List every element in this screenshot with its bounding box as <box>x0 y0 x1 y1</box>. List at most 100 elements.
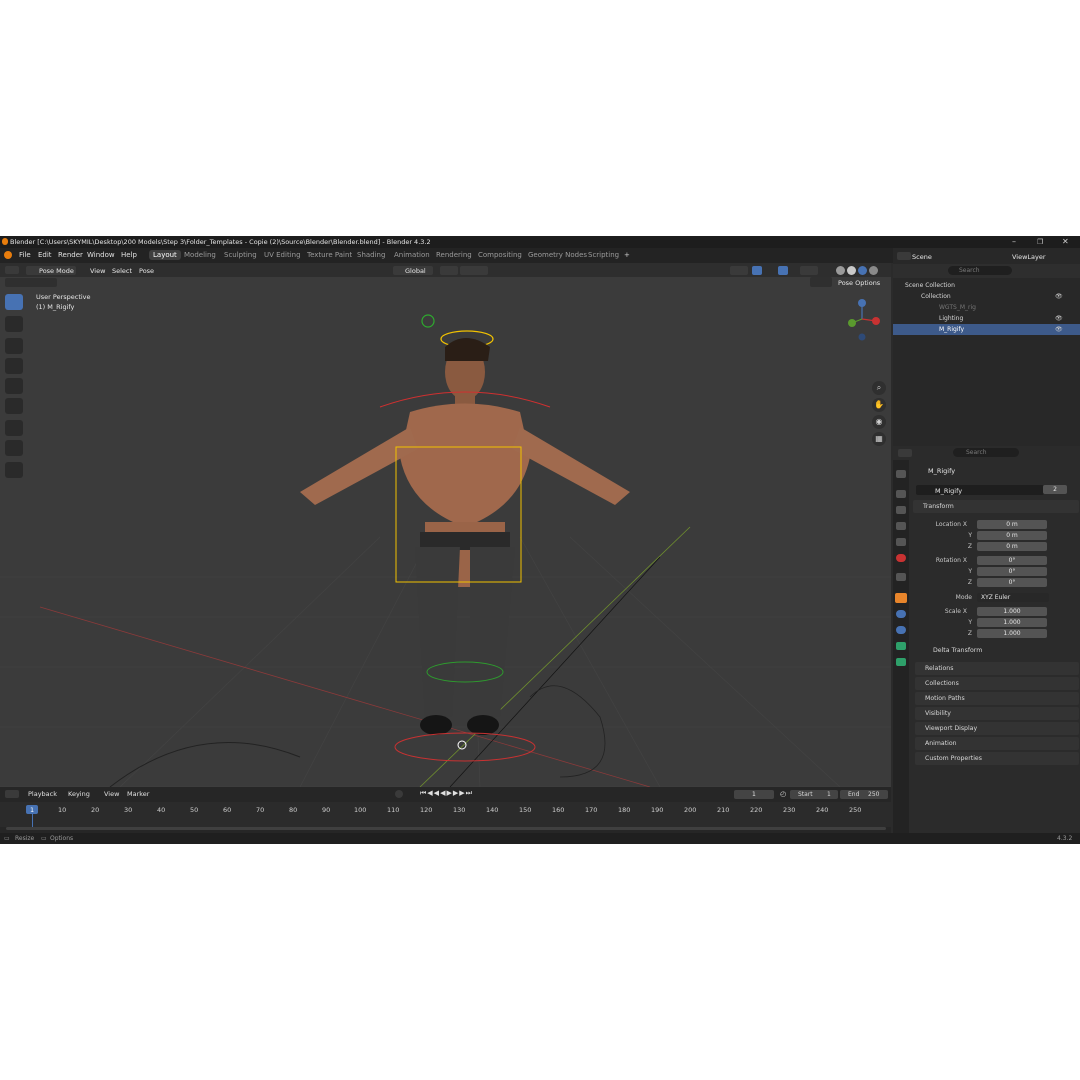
perspective-toggle-icon[interactable]: ▦ <box>872 432 886 446</box>
timeline-editor-type-icon[interactable] <box>5 790 19 798</box>
scale-tool-icon[interactable] <box>5 378 23 394</box>
constraints-tab-icon[interactable] <box>896 642 906 650</box>
visibility-icon[interactable] <box>730 266 748 275</box>
rotation-z-field[interactable]: 0° <box>977 578 1047 587</box>
select-mode-icons[interactable] <box>5 278 57 287</box>
filter-icon[interactable] <box>1041 266 1053 275</box>
playback-menu[interactable]: Playback <box>28 790 57 798</box>
close-icon[interactable]: ✕ <box>1062 237 1069 246</box>
relations-panel[interactable]: Relations <box>915 662 1079 675</box>
tab-scripting[interactable]: Scripting <box>588 251 619 259</box>
world-tab-icon[interactable] <box>896 554 906 562</box>
tab-sculpting[interactable]: Sculpting <box>224 251 257 259</box>
menu-pose[interactable]: Pose <box>139 267 154 275</box>
pose-options-dropdown[interactable]: Pose Options <box>838 279 880 287</box>
add-workspace-icon[interactable]: + <box>624 251 630 259</box>
data-tab-icon[interactable] <box>896 658 906 666</box>
shading-solid-icon[interactable] <box>847 266 856 275</box>
motion-paths-panel[interactable]: Motion Paths <box>915 692 1079 705</box>
outliner-editor-type-icon[interactable] <box>897 252 911 260</box>
maximize-icon[interactable]: ❐ <box>1037 238 1043 246</box>
outliner-selected-row[interactable] <box>893 324 1080 335</box>
delta-transform-subpanel[interactable]: Delta Transform <box>933 647 982 654</box>
current-frame-field[interactable]: 1 <box>752 791 756 798</box>
pivot-icon[interactable] <box>440 266 458 275</box>
menu-window[interactable]: Window <box>87 251 115 259</box>
shading-material-icon[interactable] <box>858 266 867 275</box>
editor-type-icon[interactable] <box>5 266 19 274</box>
collections-panel[interactable]: Collections <box>915 677 1079 690</box>
object-name-field-text[interactable]: M_Rigify <box>935 487 962 495</box>
menu-render[interactable]: Render <box>58 251 83 259</box>
view-layer-tab-icon[interactable] <box>896 522 906 530</box>
menu-file[interactable]: File <box>19 251 31 259</box>
shading-rendered-icon[interactable] <box>869 266 878 275</box>
tab-geometry-nodes[interactable]: Geometry Nodes <box>528 251 587 259</box>
measure-tool-icon[interactable] <box>5 440 23 456</box>
menu-help[interactable]: Help <box>121 251 137 259</box>
menu-view[interactable]: View <box>90 267 105 275</box>
cursor-tool-icon[interactable] <box>5 316 23 332</box>
xray-icon[interactable] <box>800 266 818 275</box>
marker-menu[interactable]: Marker <box>127 790 149 798</box>
outliner-m-rigify[interactable]: M_Rigify <box>939 325 964 336</box>
3d-viewport[interactable]: User Perspective (1) M_Rigify Pose Optio… <box>0 277 891 787</box>
select-box-tool-icon[interactable] <box>5 294 23 310</box>
tab-uv-editing[interactable]: UV Editing <box>264 251 301 259</box>
scale-z-field[interactable]: 1.000 <box>977 629 1047 638</box>
location-z-field[interactable]: 0 m <box>977 542 1047 551</box>
tab-texture-paint[interactable]: Texture Paint <box>307 251 352 259</box>
snap-icon[interactable] <box>460 266 488 275</box>
tab-rendering[interactable]: Rendering <box>436 251 472 259</box>
pan-hand-icon[interactable]: ✋ <box>872 398 886 412</box>
modifier-tab-icon[interactable] <box>896 610 906 618</box>
tab-modeling[interactable]: Modeling <box>184 251 216 259</box>
camera-view-icon[interactable]: ◉ <box>872 415 886 429</box>
menu-edit[interactable]: Edit <box>38 251 52 259</box>
tab-compositing[interactable]: Compositing <box>478 251 522 259</box>
outliner-search-field[interactable] <box>948 266 1012 275</box>
rotation-x-field[interactable]: 0° <box>977 556 1047 565</box>
rotation-mode-value[interactable]: XYZ Euler <box>981 594 1010 601</box>
object-tab-icon[interactable] <box>895 593 907 603</box>
zoom-icon[interactable]: ⌕ <box>872 381 886 395</box>
orientation-dropdown[interactable]: Global <box>405 267 426 275</box>
tab-animation[interactable]: Animation <box>394 251 430 259</box>
pose-options-icons[interactable] <box>810 277 832 287</box>
annotate-tool-icon[interactable] <box>5 420 23 436</box>
viewport-display-panel[interactable]: Viewport Display <box>915 722 1079 735</box>
scene-name[interactable]: Scene <box>912 253 932 261</box>
location-y-field[interactable]: 0 m <box>977 531 1047 540</box>
blender-menu-icon[interactable] <box>4 251 12 259</box>
render-tab-icon[interactable] <box>896 490 906 498</box>
rotation-y-field[interactable]: 0° <box>977 567 1047 576</box>
transform-panel-header[interactable]: Transform <box>913 500 1079 513</box>
visibility-panel[interactable]: Visibility <box>915 707 1079 720</box>
mode-dropdown[interactable]: Pose Mode <box>39 267 74 275</box>
scale-x-field[interactable]: 1.000 <box>977 607 1047 616</box>
minimize-icon[interactable]: – <box>1012 237 1016 246</box>
clock-icon[interactable]: ◴ <box>780 790 786 798</box>
move-tool-icon[interactable] <box>5 338 23 354</box>
start-frame-field[interactable]: 1 <box>827 791 831 798</box>
output-tab-icon[interactable] <box>896 506 906 514</box>
location-x-field[interactable]: 0 m <box>977 520 1047 529</box>
custom-properties-panel[interactable]: Custom Properties <box>915 752 1079 765</box>
properties-editor-type-icon[interactable] <box>898 449 912 457</box>
outliner-scene-collection[interactable]: Scene Collection <box>905 281 955 292</box>
shading-wireframe-icon[interactable] <box>836 266 845 275</box>
rotate-tool-icon[interactable] <box>5 358 23 374</box>
eye-icon[interactable]: 👁 <box>1055 326 1063 333</box>
physics-tab-icon[interactable] <box>896 626 906 634</box>
timeline-view-menu[interactable]: View <box>104 790 119 798</box>
eye-icon[interactable]: 👁 <box>1055 315 1063 322</box>
tab-shading[interactable]: Shading <box>357 251 385 259</box>
tool-tab-icon[interactable] <box>896 470 906 478</box>
collection-tab-icon[interactable] <box>896 573 906 581</box>
view-layer-name[interactable]: ViewLayer <box>1012 253 1046 261</box>
timeline-ruler[interactable]: 1 10 20 30 40 50 60 70 80 90 100 110 120… <box>0 802 891 827</box>
menu-select[interactable]: Select <box>112 267 132 275</box>
eye-icon[interactable]: 👁 <box>1055 293 1063 300</box>
animation-panel[interactable]: Animation <box>915 737 1079 750</box>
outliner-wgts[interactable]: WGTS_M_rig <box>939 303 976 314</box>
